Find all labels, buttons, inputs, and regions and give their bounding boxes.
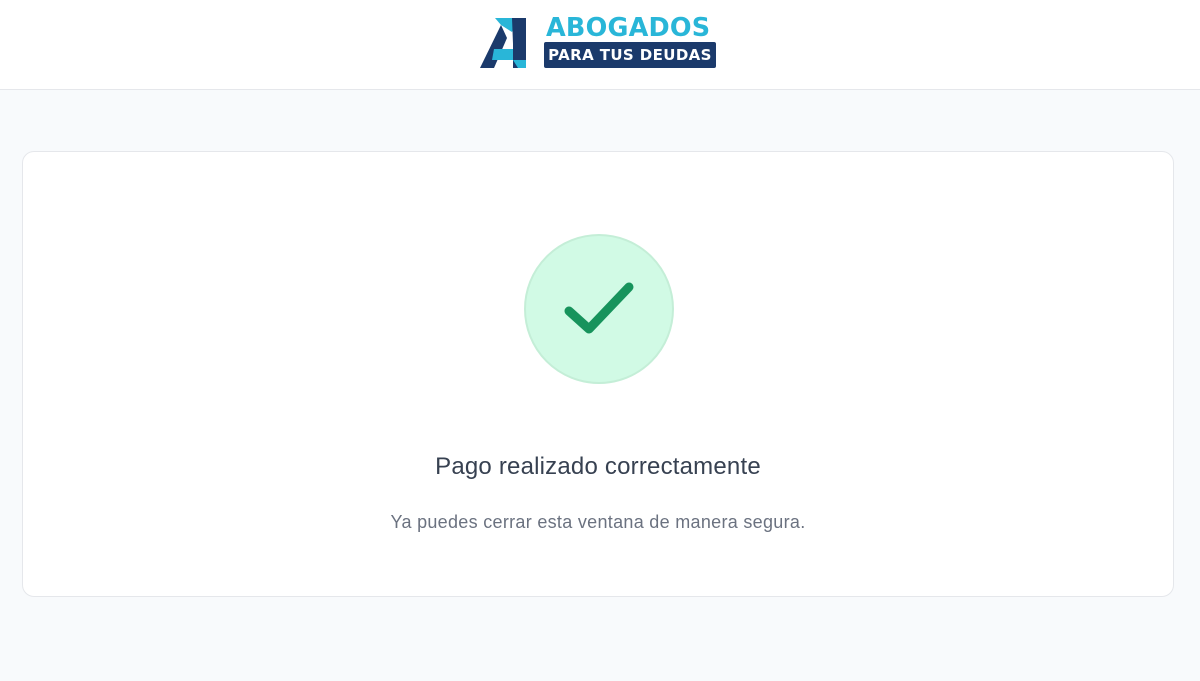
letter-a-logo-icon [480, 18, 526, 68]
logo-mark-crossbar [492, 49, 513, 60]
brand-logo[interactable]: ABOGADOS PARA TUS DEUDAS [480, 13, 720, 70]
logo-mark-left-leg [480, 25, 507, 68]
payment-confirmation-card: Pago realizado correctamente Ya puedes c… [22, 151, 1174, 597]
site-header: ABOGADOS PARA TUS DEUDAS [0, 0, 1200, 90]
logo-text-abogados: ABOGADOS [546, 13, 711, 43]
logo-text-para-tus-deudas: PARA TUS DEUDAS [544, 42, 716, 68]
success-badge [524, 234, 674, 384]
check-mark-stroke [564, 282, 634, 334]
check-icon [564, 282, 634, 334]
confirmation-title: Pago realizado correctamente [435, 453, 761, 480]
confirmation-message: Ya puedes cerrar esta ventana de manera … [390, 512, 806, 532]
